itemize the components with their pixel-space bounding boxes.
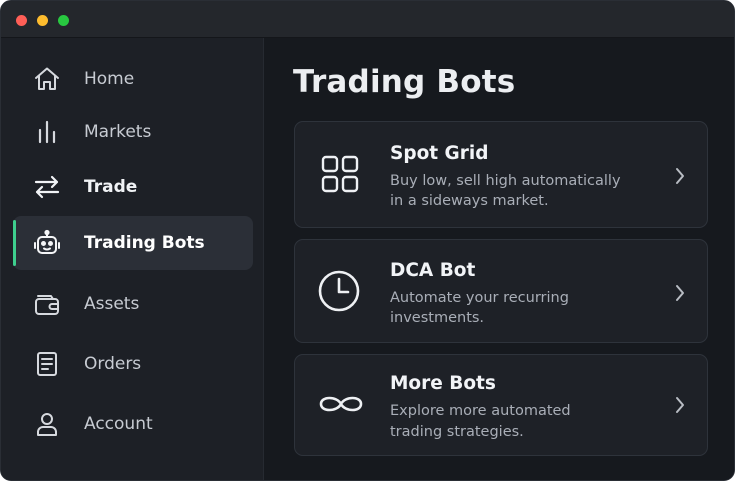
app-window: Home Markets Trade Trading Bots Assets O… [0,0,735,481]
chevron-right-icon [673,395,687,415]
sidebar-item-label: Orders [84,354,142,374]
sidebar-item-orders[interactable]: Orders [13,337,253,391]
sidebar-item-assets[interactable]: Assets [13,277,253,331]
sidebar-item-trade[interactable]: Trade [13,160,253,214]
card-description-line-1: Automate your recurring [390,290,569,306]
home-icon [33,65,61,93]
document-icon [33,350,61,378]
title-bar [1,1,734,38]
sidebar-item-account[interactable]: Account [13,397,253,451]
card-description-line-1: Buy low, sell high automatically [390,173,621,189]
dca-bot-card[interactable]: DCA Bot Automate your recurring investme… [294,239,708,343]
infinity-icon [317,380,365,428]
card-title: DCA Bot [390,260,476,281]
sidebar-item-home[interactable]: Home [13,52,253,106]
sidebar: Home Markets Trade Trading Bots Assets O… [1,38,264,480]
grid-icon [317,151,365,199]
card-title: Spot Grid [390,143,489,164]
maximize-window-button[interactable] [58,15,69,26]
robot-icon [33,229,61,257]
minimize-window-button[interactable] [37,15,48,26]
sidebar-item-markets[interactable]: Markets [13,105,253,159]
sidebar-item-label: Trade [84,177,138,197]
chevron-right-icon [673,283,687,303]
card-title: More Bots [390,373,496,394]
card-description-line-2: investments. [390,310,485,326]
main-content: Trading Bots Spot Grid Buy low, sell hig… [265,38,734,480]
bar-chart-icon [33,118,61,146]
wallet-icon [33,290,61,318]
sidebar-item-label: Account [84,414,153,434]
swap-arrows-icon [33,173,61,201]
page-title: Trading Bots [293,64,516,100]
chevron-right-icon [673,166,687,186]
user-icon [33,410,61,438]
sidebar-item-label: Markets [84,122,152,142]
sidebar-item-label: Trading Bots [84,233,205,253]
sidebar-item-label: Assets [84,294,140,314]
sidebar-item-label: Home [84,69,135,89]
close-window-button[interactable] [16,15,27,26]
card-description-line-1: Explore more automated [390,403,571,419]
clock-icon [317,267,365,315]
card-description-line-2: trading strategies. [390,424,524,440]
spot-grid-card[interactable]: Spot Grid Buy low, sell high automatical… [294,121,708,228]
sidebar-item-trading-bots[interactable]: Trading Bots [13,216,253,270]
more-bots-card[interactable]: More Bots Explore more automated trading… [294,354,708,456]
card-description-line-2: in a sideways market. [390,193,549,209]
